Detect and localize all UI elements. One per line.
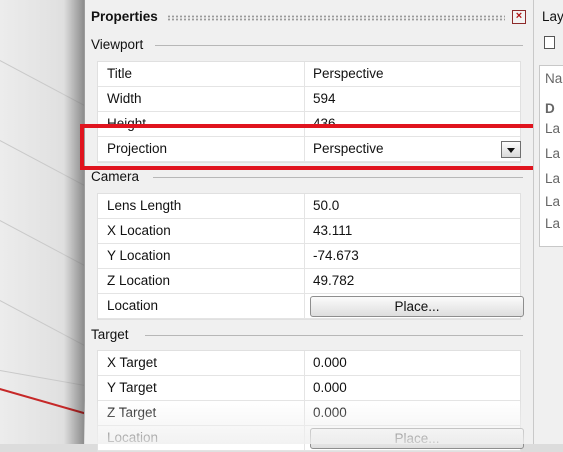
property-row-lens-length[interactable]: Lens Length 50.0 bbox=[98, 194, 520, 219]
viewport-rows: Title Perspective Width 594 Height 436 P… bbox=[97, 61, 521, 163]
property-label: X Target bbox=[107, 355, 158, 370]
property-value[interactable]: 0.000 bbox=[313, 355, 347, 370]
panel-title: Properties bbox=[91, 9, 158, 24]
property-label: Location bbox=[107, 298, 159, 313]
property-label: Projection bbox=[107, 141, 168, 156]
column-divider bbox=[304, 351, 305, 375]
column-divider bbox=[304, 137, 305, 161]
property-value[interactable]: 43.111 bbox=[313, 223, 352, 238]
property-value[interactable]: 0.000 bbox=[313, 405, 347, 420]
layers-title: Lay bbox=[542, 9, 563, 24]
column-divider bbox=[304, 269, 305, 293]
column-divider bbox=[304, 401, 305, 425]
section-label: Target bbox=[91, 327, 129, 342]
camera-rows: Lens Length 50.0 X Location 43.111 Y Loc… bbox=[97, 193, 524, 320]
projection-select-value[interactable]: Perspective bbox=[313, 141, 384, 156]
layer-item[interactable]: La bbox=[545, 146, 560, 161]
place-target-button[interactable]: Place... bbox=[310, 428, 524, 449]
property-row-target-location: Location Place... bbox=[98, 426, 524, 451]
property-row-projection[interactable]: Projection Perspective bbox=[98, 137, 521, 162]
section-divider bbox=[153, 177, 523, 178]
layer-item[interactable]: La bbox=[545, 216, 560, 231]
close-icon[interactable]: × bbox=[512, 10, 526, 24]
chevron-down-icon[interactable] bbox=[501, 141, 521, 158]
property-label: Lens Length bbox=[107, 198, 182, 213]
property-label: Width bbox=[107, 91, 142, 106]
property-row-title[interactable]: Title Perspective bbox=[98, 62, 520, 87]
column-divider bbox=[304, 62, 305, 86]
property-label: Y Location bbox=[107, 248, 171, 263]
target-rows: X Target 0.000 Y Target 0.000 Z Target 0… bbox=[97, 350, 524, 452]
column-divider bbox=[304, 112, 305, 136]
drag-grip[interactable] bbox=[167, 15, 505, 21]
property-label: Z Target bbox=[107, 405, 157, 420]
layers-list: Na D La La La La La bbox=[539, 65, 563, 247]
place-location-button[interactable]: Place... bbox=[310, 296, 524, 317]
property-value[interactable]: Perspective bbox=[313, 66, 384, 81]
property-label: X Location bbox=[107, 223, 171, 238]
column-divider bbox=[304, 194, 305, 218]
property-value[interactable]: 0.000 bbox=[313, 380, 347, 395]
property-label: Height bbox=[107, 116, 147, 131]
column-divider bbox=[304, 376, 305, 400]
property-row-y-target[interactable]: Y Target 0.000 bbox=[98, 376, 520, 401]
section-viewport: Viewport bbox=[85, 34, 533, 56]
column-divider bbox=[304, 87, 305, 111]
property-row-height[interactable]: Height 436 bbox=[98, 112, 520, 137]
property-row-z-target[interactable]: Z Target 0.000 bbox=[98, 401, 520, 426]
property-value[interactable]: 594 bbox=[313, 91, 336, 106]
section-divider bbox=[155, 45, 523, 46]
layers-panel: Lay Na D La La La La La bbox=[533, 0, 563, 444]
property-row-width[interactable]: Width 594 bbox=[98, 87, 520, 112]
viewport-background bbox=[0, 0, 90, 444]
property-label: Z Location bbox=[107, 273, 171, 288]
property-value[interactable]: 436 bbox=[313, 116, 336, 131]
property-label: Title bbox=[107, 66, 133, 81]
section-label: Camera bbox=[91, 169, 140, 184]
layer-item[interactable]: D bbox=[545, 101, 555, 116]
layer-item[interactable]: La bbox=[545, 121, 560, 136]
column-divider bbox=[304, 294, 305, 318]
panel-shadow bbox=[64, 0, 84, 444]
property-value[interactable]: -74.673 bbox=[313, 248, 359, 263]
section-camera: Camera bbox=[85, 166, 533, 188]
property-row-z-location[interactable]: Z Location 49.782 bbox=[98, 269, 520, 294]
layers-column-header[interactable]: Na bbox=[545, 71, 562, 86]
layer-item[interactable]: La bbox=[545, 171, 560, 186]
property-label: Location bbox=[107, 430, 159, 445]
property-row-location: Location Place... bbox=[98, 294, 524, 319]
property-label: Y Target bbox=[107, 380, 157, 395]
property-value[interactable]: 49.782 bbox=[313, 273, 354, 288]
property-row-y-location[interactable]: Y Location -74.673 bbox=[98, 244, 520, 269]
section-target: Target bbox=[85, 324, 533, 346]
new-layer-icon[interactable] bbox=[544, 36, 555, 49]
column-divider bbox=[304, 244, 305, 268]
panel-titlebar[interactable]: Properties × bbox=[85, 0, 533, 30]
column-divider bbox=[304, 219, 305, 243]
section-divider bbox=[145, 335, 523, 336]
properties-panel: Properties × Viewport Title Perspective … bbox=[84, 0, 534, 452]
property-row-x-location[interactable]: X Location 43.111 bbox=[98, 219, 520, 244]
column-divider bbox=[304, 426, 305, 450]
section-label: Viewport bbox=[91, 37, 144, 52]
property-row-x-target[interactable]: X Target 0.000 bbox=[98, 351, 520, 376]
layer-item[interactable]: La bbox=[545, 194, 560, 209]
property-value[interactable]: 50.0 bbox=[313, 198, 339, 213]
